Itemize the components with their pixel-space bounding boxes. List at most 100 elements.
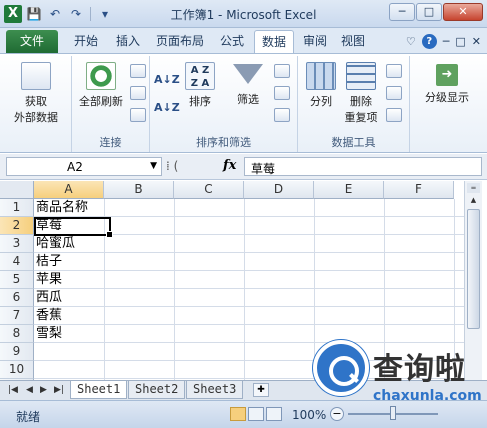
formula-bar: A2 ▼ ⁞ ( fx 草莓 [0,154,487,180]
group-connections: 全部刷新 连接 [72,56,150,152]
sort-az-button[interactable]: A↓Z [154,66,180,94]
cell[interactable]: 香蕉 [36,307,62,325]
cell[interactable]: 商品名称 [36,199,88,217]
tab-view[interactable]: 视图 [336,30,370,53]
insert-sheet-icon[interactable]: ✚ [253,383,269,397]
row-header[interactable]: 1 [0,199,34,217]
remove-dup-label-2: 重复项 [344,111,378,124]
last-sheet-icon[interactable]: ▶| [54,385,64,395]
filter-button[interactable]: 筛选 [228,62,268,107]
grid-column-line [174,199,175,380]
first-sheet-icon[interactable]: |◀ [8,385,18,395]
column-header[interactable]: A [34,181,104,199]
filter-label: 筛选 [237,93,259,106]
what-if-icon[interactable] [386,108,402,122]
tab-review[interactable]: 审阅 [298,30,332,53]
column-header[interactable]: F [384,181,454,199]
row-header[interactable]: 8 [0,325,34,343]
prev-sheet-icon[interactable]: ◀ [26,385,33,395]
sort-icon-top: A Z [190,65,210,76]
text-to-columns-icon [306,62,336,90]
doc-close-icon[interactable]: ✕ [472,35,481,48]
name-box[interactable]: A2 ▼ [6,157,162,176]
tab-page-layout[interactable]: 页面布局 [150,30,210,53]
sheet-tab-sheet3[interactable]: Sheet3 [186,381,244,399]
sheet-tab-sheet2[interactable]: Sheet2 [128,381,186,399]
row-header[interactable]: 7 [0,307,34,325]
doc-restore-icon[interactable]: □ [455,35,465,48]
row-header[interactable]: 6 [0,289,34,307]
consolidate-icon[interactable] [386,86,402,100]
clear-filter-icon[interactable] [274,64,290,78]
filter-funnel-icon [233,64,263,84]
data-validation-icon[interactable] [386,64,402,78]
normal-view-button[interactable] [230,407,246,421]
advanced-filter-icon[interactable] [274,108,290,122]
maximize-button[interactable]: □ [416,3,442,21]
insert-function-icon[interactable]: fx [223,158,236,173]
tab-formulas[interactable]: 公式 [213,30,251,53]
external-data-icon [21,62,51,90]
row-header[interactable]: 2 [0,217,34,235]
reapply-filter-icon[interactable] [274,86,290,100]
group-get-external: 获取 外部数据 [0,56,72,152]
row-header[interactable]: 3 [0,235,34,253]
row-header[interactable]: 4 [0,253,34,271]
split-box[interactable]: ═ [467,183,480,193]
formula-input[interactable]: 草莓 [244,157,482,176]
status-ready: 就绪 [16,410,41,424]
get-external-data-button[interactable]: 获取 外部数据 [4,62,68,125]
ribbon-minimize-icon[interactable]: ♡ [406,35,416,48]
page-break-view-button[interactable] [266,407,282,421]
outline-arrow-icon: ➜ [436,64,458,86]
close-button[interactable]: ✕ [443,3,483,21]
get-external-label-1: 获取 [25,95,47,108]
column-header[interactable]: C [174,181,244,199]
tab-home[interactable]: 开始 [66,30,106,53]
formula-value: 草莓 [251,162,276,176]
sort-za-button[interactable]: A↓Z [154,94,180,122]
column-header[interactable]: D [244,181,314,199]
doc-minimize-icon[interactable]: ─ [443,35,450,48]
help-icon[interactable]: ? [421,34,437,49]
cell[interactable]: 哈蜜瓜 [36,235,75,253]
cell[interactable]: 雪梨 [36,325,62,343]
outline-button[interactable]: ➜ 分级显示 [414,64,480,105]
refresh-icon [86,62,116,90]
tab-file[interactable]: 文件 [6,30,58,53]
column-header[interactable]: E [314,181,384,199]
name-box-dropdown-icon[interactable]: ▼ [150,161,157,171]
properties-icon[interactable] [130,86,146,100]
row-header[interactable]: 9 [0,343,34,361]
scroll-up-icon[interactable]: ▲ [467,195,480,205]
remove-duplicates-button[interactable]: 删除 重复项 [340,62,382,125]
row-header[interactable]: 5 [0,271,34,289]
column-header[interactable]: B [104,181,174,199]
sort-button[interactable]: A Z Z A 排序 [182,62,218,109]
text-to-columns-button[interactable]: 分列 [302,62,340,109]
page-layout-view-button[interactable] [248,407,264,421]
edit-links-icon[interactable] [130,108,146,122]
connections-icon[interactable] [130,64,146,78]
outline-label: 分级显示 [425,91,469,104]
sort-az-icon: A↓Z [154,73,180,86]
scroll-thumb[interactable] [467,209,480,329]
cell[interactable]: 西瓜 [36,289,62,307]
refresh-all-button[interactable]: 全部刷新 [74,62,128,109]
minimize-button[interactable]: ─ [389,3,415,21]
watermark-title: 查询啦 [373,352,466,387]
group-data-tools: 分列 删除 重复项 数据工具 [298,56,410,152]
next-sheet-icon[interactable]: ▶ [40,385,47,395]
remove-dup-label-1: 删除 [350,95,372,108]
cell[interactable]: 苹果 [36,271,62,289]
sheet-tab-sheet1[interactable]: Sheet1 [70,381,128,399]
tab-insert[interactable]: 插入 [110,30,146,53]
tab-data[interactable]: 数据 [254,30,294,53]
select-all-corner[interactable] [0,181,34,199]
row-header[interactable]: 10 [0,361,34,379]
grid-row-line [34,270,464,271]
cell[interactable]: 桔子 [36,253,62,271]
magnifier-logo-icon [313,340,369,396]
formula-bar-separator: ⁞ ( [166,159,179,173]
group-label-data-tools: 数据工具 [331,136,376,149]
